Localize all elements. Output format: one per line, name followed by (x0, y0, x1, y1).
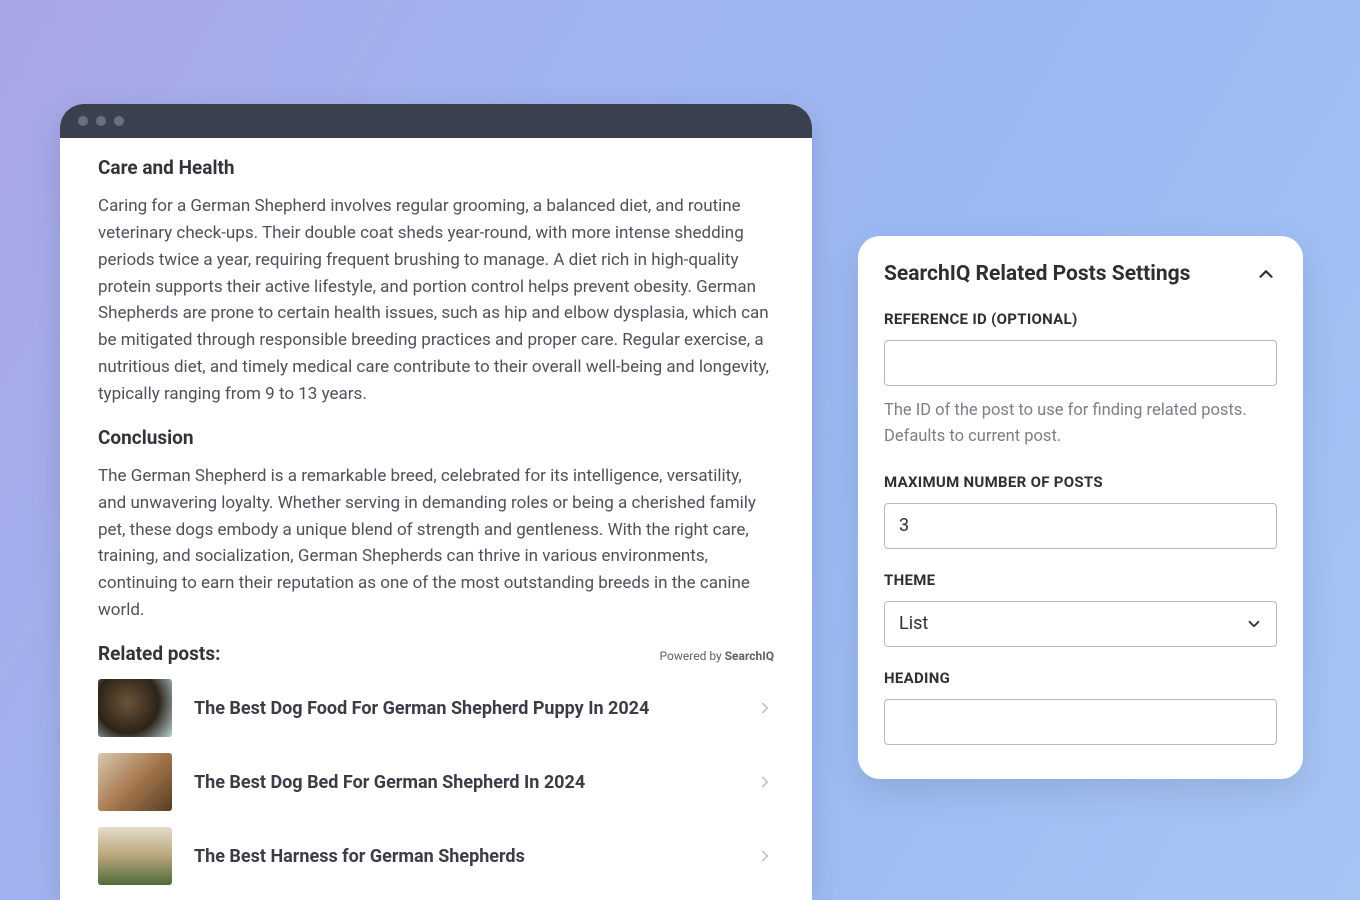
field-heading: HEADING (884, 669, 1277, 745)
max-posts-input[interactable] (884, 503, 1277, 549)
powered-prefix: Powered by (660, 649, 725, 663)
powered-brand: SearchIQ (725, 649, 774, 663)
section-heading-care: Care and Health (98, 156, 774, 179)
reference-id-input[interactable] (884, 340, 1277, 386)
related-post-thumbnail (98, 753, 172, 811)
heading-input[interactable] (884, 699, 1277, 745)
chevron-up-icon (1255, 263, 1277, 285)
related-posts-header: Related posts: Powered by SearchIQ (98, 642, 774, 665)
chevron-right-icon (756, 699, 774, 717)
related-post-title: The Best Harness for German Shepherds (194, 846, 734, 867)
related-post-item[interactable]: The Best Dog Bed For German Shepherd In … (98, 753, 774, 811)
chevron-right-icon (756, 773, 774, 791)
settings-panel-title: SearchIQ Related Posts Settings (884, 262, 1190, 286)
section-body-conclusion: The German Shepherd is a remarkable bree… (98, 463, 774, 624)
settings-panel: SearchIQ Related Posts Settings REFERENC… (858, 236, 1303, 779)
field-reference-id: REFERENCE ID (OPTIONAL) The ID of the po… (884, 310, 1277, 451)
article-content: Care and Health Caring for a German Shep… (60, 138, 812, 900)
window-dot-max[interactable] (114, 116, 124, 126)
field-label: REFERENCE ID (OPTIONAL) (884, 310, 1277, 328)
field-theme: THEME List (884, 571, 1277, 647)
field-label: THEME (884, 571, 1277, 589)
window-titlebar (60, 104, 812, 138)
related-posts-heading: Related posts: (98, 642, 220, 665)
powered-by-label: Powered by SearchIQ (660, 649, 774, 663)
window-dot-close[interactable] (78, 116, 88, 126)
field-label: MAXIMUM NUMBER OF POSTS (884, 473, 1277, 491)
related-posts-list: The Best Dog Food For German Shepherd Pu… (98, 679, 774, 885)
related-post-title: The Best Dog Food For German Shepherd Pu… (194, 698, 734, 719)
section-body-care: Caring for a German Shepherd involves re… (98, 193, 774, 408)
field-label: HEADING (884, 669, 1277, 687)
chevron-right-icon (756, 847, 774, 865)
section-heading-conclusion: Conclusion (98, 426, 774, 449)
article-preview-window: Care and Health Caring for a German Shep… (60, 104, 812, 900)
related-post-item[interactable]: The Best Dog Food For German Shepherd Pu… (98, 679, 774, 737)
related-post-item[interactable]: The Best Harness for German Shepherds (98, 827, 774, 885)
field-help-text: The ID of the post to use for finding re… (884, 398, 1277, 451)
related-post-thumbnail (98, 827, 172, 885)
theme-select[interactable]: List (884, 601, 1277, 647)
related-post-thumbnail (98, 679, 172, 737)
field-max-posts: MAXIMUM NUMBER OF POSTS (884, 473, 1277, 549)
window-dot-min[interactable] (96, 116, 106, 126)
related-post-title: The Best Dog Bed For German Shepherd In … (194, 772, 734, 793)
settings-panel-header[interactable]: SearchIQ Related Posts Settings (884, 262, 1277, 286)
